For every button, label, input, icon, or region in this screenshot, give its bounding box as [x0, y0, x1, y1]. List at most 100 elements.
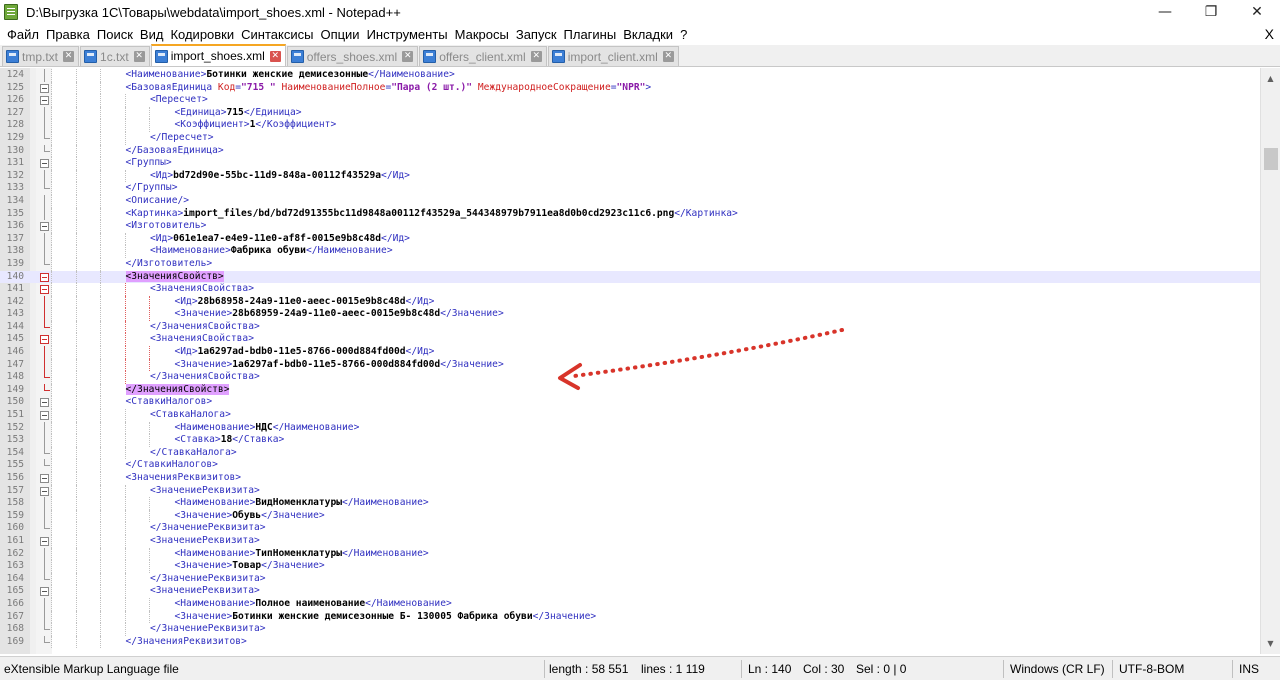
code-line[interactable]: 166 <Наименование>Полное наименование</На…: [0, 597, 1260, 611]
code-line[interactable]: 164 </ЗначениеРеквизита>: [0, 572, 1260, 586]
tab-close-icon[interactable]: ✕: [662, 51, 674, 62]
code-line[interactable]: 150 <СтавкиНалогов>: [0, 396, 1260, 410]
code-line[interactable]: 126 <Пересчет>: [0, 94, 1260, 107]
code-line[interactable]: 148 </ЗначенияСвойства>: [0, 371, 1260, 384]
document-tab[interactable]: offers_shoes.xml ✕: [286, 46, 419, 66]
tab-close-icon[interactable]: ✕: [269, 50, 281, 62]
code-line[interactable]: 156 <ЗначенияРеквизитов>: [0, 472, 1260, 485]
code-line[interactable]: 152 <Наименование>НДС</Наименование>: [0, 421, 1260, 435]
scrollbar-thumb[interactable]: [1264, 148, 1278, 170]
fold-toggle-icon[interactable]: [40, 474, 49, 483]
code-line[interactable]: 169 </ЗначенияРеквизитов>: [0, 635, 1260, 649]
scroll-up-arrow-icon[interactable]: ▲: [1261, 70, 1280, 87]
fold-toggle-icon[interactable]: [40, 335, 49, 345]
code-line[interactable]: 136 <Изготовитель>: [0, 220, 1260, 233]
status-eol-format[interactable]: Windows (CR LF): [1010, 657, 1105, 680]
code-line[interactable]: 135 <Картинка>import_files/bd/bd72d91355b…: [0, 207, 1260, 221]
close-window-button[interactable]: ✕: [1234, 0, 1280, 24]
code-line[interactable]: 161 <ЗначениеРеквизита>: [0, 534, 1260, 548]
menu-item[interactable]: Опции: [317, 27, 362, 42]
notepadpp-app-icon[interactable]: [4, 4, 18, 20]
menu-item[interactable]: Запуск: [513, 27, 560, 42]
code-line[interactable]: 146 <Ид>1a6297ad-bdb0-11e5-8766-000d884fd…: [0, 346, 1260, 359]
tab-close-icon[interactable]: ✕: [530, 51, 542, 62]
code-editor[interactable]: 124 <Наименование>Ботинки женские демисез…: [0, 68, 1260, 654]
code-line[interactable]: 129 </Пересчет>: [0, 131, 1260, 145]
menu-item[interactable]: ?: [677, 27, 690, 42]
code-line[interactable]: 138 <Наименование>Фабрика обуви</Наименов…: [0, 245, 1260, 258]
menu-item[interactable]: Файл: [4, 27, 42, 42]
fold-toggle-icon[interactable]: [40, 536, 49, 546]
fold-toggle-icon[interactable]: [40, 398, 49, 408]
code-line[interactable]: 144 </ЗначенияСвойства>: [0, 320, 1260, 334]
code-line[interactable]: 140 <ЗначенияСвойств>: [0, 270, 1260, 284]
vertical-scrollbar[interactable]: ▲ ▼: [1260, 68, 1280, 654]
fold-toggle-icon[interactable]: [40, 272, 49, 282]
code-line[interactable]: 153 <Ставка>18</Ставка>: [0, 434, 1260, 447]
code-line[interactable]: 127 <Единица>715</Единица>: [0, 106, 1260, 120]
document-tab[interactable]: offers_client.xml ✕: [419, 46, 547, 66]
code-line[interactable]: 160 </ЗначениеРеквизита>: [0, 522, 1260, 535]
code-line[interactable]: 151 <СтавкаНалога>: [0, 409, 1260, 422]
code-line[interactable]: 157 <ЗначениеРеквизита>: [0, 484, 1260, 498]
tab-close-icon[interactable]: ✕: [402, 51, 414, 62]
menu-item[interactable]: Макросы: [452, 27, 512, 42]
menu-item[interactable]: Поиск: [94, 27, 136, 42]
fold-toggle-icon[interactable]: [40, 411, 49, 421]
tab-close-icon[interactable]: ✕: [63, 51, 75, 62]
code-line[interactable]: 155 </СтавкиНалогов>: [0, 459, 1260, 472]
maximize-button[interactable]: ❐: [1188, 0, 1234, 24]
code-line[interactable]: 133 </Группы>: [0, 182, 1260, 195]
status-insert-mode[interactable]: INS: [1239, 657, 1259, 680]
code-line[interactable]: 143 <Значение>28b68959-24a9-11e0-aeec-001…: [0, 308, 1260, 321]
fold-toggle-icon[interactable]: [40, 587, 49, 597]
code-line[interactable]: 139 </Изготовитель>: [0, 257, 1260, 271]
menu-item[interactable]: Кодировки: [167, 27, 237, 42]
code-line[interactable]: 134 <Описание/>: [0, 194, 1260, 208]
menu-item[interactable]: Вид: [137, 27, 167, 42]
menu-item[interactable]: Синтаксисы: [238, 27, 316, 42]
code-line[interactable]: 165 <ЗначениеРеквизита>: [0, 585, 1260, 598]
fold-toggle-icon[interactable]: [40, 96, 49, 106]
code-line[interactable]: 125 <БазоваяЕдиница Код="715 " Наименован…: [0, 81, 1260, 95]
document-tab[interactable]: tmp.txt ✕: [2, 46, 80, 66]
document-tab[interactable]: import_client.xml ✕: [547, 46, 679, 66]
code-line[interactable]: 130 </БазоваяЕдиница>: [0, 144, 1260, 158]
code-line[interactable]: 142 <Ид>28b68958-24a9-11e0-aeec-0015e9b8c…: [0, 295, 1260, 309]
line-number: 149: [6, 383, 24, 395]
code-line[interactable]: 154 </СтавкаНалога>: [0, 446, 1260, 460]
document-tab[interactable]: 1c.txt ✕: [80, 46, 150, 66]
code-line[interactable]: 145 <ЗначенияСвойства>: [0, 333, 1260, 347]
code-line[interactable]: 132 <Ид>bd72d90e-55bc-11d9-848a-00112f435…: [0, 169, 1260, 183]
close-document-button[interactable]: X: [1265, 24, 1274, 44]
indent-guide: [51, 623, 52, 636]
code-line[interactable]: 149 </ЗначенияСвойств>: [0, 383, 1260, 397]
fold-toggle-icon[interactable]: [40, 159, 49, 169]
menu-item[interactable]: Плагины: [561, 27, 620, 42]
menu-item[interactable]: Инструменты: [364, 27, 451, 42]
code-line[interactable]: 124 <Наименование>Ботинки женские демисез…: [0, 69, 1260, 82]
fold-toggle-icon[interactable]: [40, 285, 49, 295]
fold-toggle-icon[interactable]: [40, 83, 49, 93]
code-line[interactable]: 131 <Группы>: [0, 157, 1260, 170]
fold-toggle-icon[interactable]: [40, 486, 49, 496]
tab-close-icon[interactable]: ✕: [133, 51, 145, 62]
code-line[interactable]: 128 <Коэффициент>1</Коэффициент>: [0, 119, 1260, 132]
code-lines[interactable]: 124 <Наименование>Ботинки женские демисез…: [0, 69, 1260, 649]
code-line[interactable]: 159 <Значение>Обувь</Значение>: [0, 509, 1260, 523]
scroll-down-arrow-icon[interactable]: ▼: [1261, 635, 1280, 652]
status-encoding[interactable]: UTF-8-BOM: [1119, 657, 1184, 680]
code-line[interactable]: 141 <ЗначенияСвойства>: [0, 283, 1260, 296]
code-line[interactable]: 147 <Значение>1a6297af-bdb0-11e5-8766-000…: [0, 358, 1260, 372]
minimize-button[interactable]: —: [1142, 0, 1188, 24]
code-line[interactable]: 158 <Наименование>ВидНоменклатуры</Наимен…: [0, 497, 1260, 510]
menu-item[interactable]: Правка: [43, 27, 93, 42]
code-line[interactable]: 167 <Значение>Ботинки женские демисезонны…: [0, 610, 1260, 624]
code-line[interactable]: 163 <Значение>Товар</Значение>: [0, 560, 1260, 573]
code-line[interactable]: 162 <Наименование>ТипНоменклатуры</Наимен…: [0, 547, 1260, 561]
fold-toggle-icon[interactable]: [40, 222, 49, 232]
document-tab[interactable]: import_shoes.xml ✕: [150, 44, 286, 66]
code-line[interactable]: 137 <Ид>061e1ea7-e4e9-11e0-af8f-0015e9b8c…: [0, 232, 1260, 246]
menu-item[interactable]: Вкладки: [620, 27, 676, 42]
code-line[interactable]: 168 </ЗначениеРеквизита>: [0, 623, 1260, 636]
